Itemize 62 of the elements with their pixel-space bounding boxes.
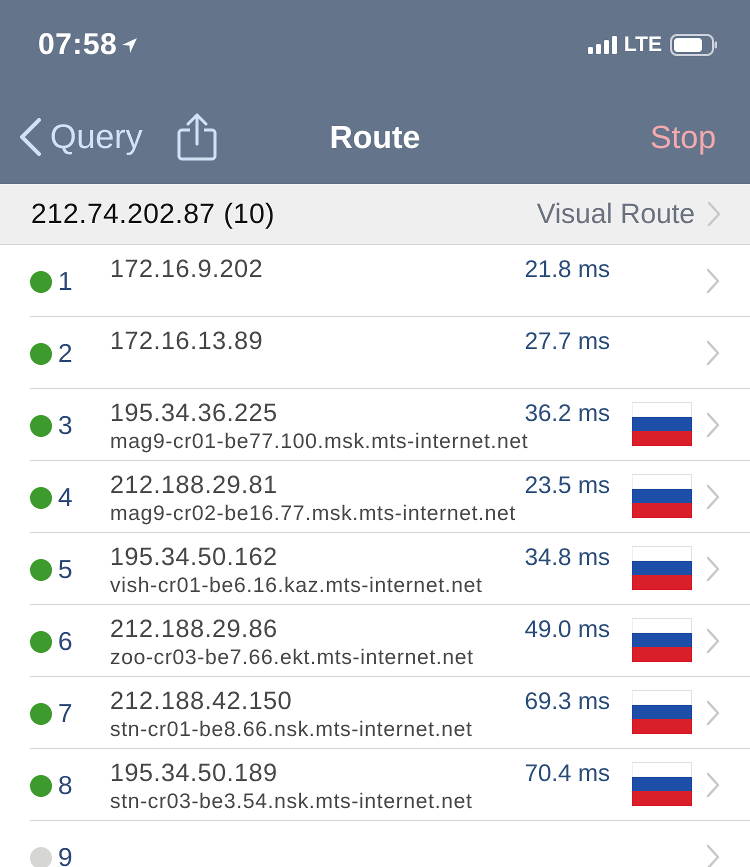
host-name: stn-cr03-be3.54.nsk.mts-internet.net — [110, 790, 474, 814]
network-type: LTE — [624, 33, 662, 57]
ip-address: 172.16.9.202 — [110, 255, 264, 284]
back-button[interactable]: Query — [18, 117, 143, 157]
latency-value: 21.8 ms — [524, 256, 610, 284]
hop-number: 5 — [58, 554, 72, 585]
ip-address: 212.188.29.81 — [110, 471, 278, 500]
signal-icon — [588, 35, 618, 55]
status-time: 07:58 — [38, 28, 118, 62]
hop-row[interactable]: 7 212.188.42.150 69.3 ms stn-cr01-be8.66.nsk.mts-internet.net — [30, 677, 750, 749]
hop-row[interactable]: 2 172.16.13.89 27.7 ms — [30, 317, 750, 389]
host-name: vish-cr01-be6.16.kaz.mts-internet.net — [110, 574, 484, 598]
hop-row[interactable]: 6 212.188.29.86 49.0 ms zoo-cr03-be7.66.ekt.mts-internet.net — [30, 605, 750, 677]
host-name: stn-cr01-be8.66.nsk.mts-internet.net — [110, 718, 474, 742]
hop-number: 6 — [58, 626, 72, 657]
chevron-right-icon — [706, 628, 720, 654]
chevron-right-icon — [706, 556, 720, 582]
hop-number: 8 — [58, 770, 72, 801]
ip-address: 195.34.36.225 — [110, 399, 278, 428]
latency-value: 27.7 ms — [524, 328, 610, 356]
hop-number: 1 — [58, 266, 72, 297]
hop-row[interactable]: 1 172.16.9.202 21.8 ms — [30, 245, 750, 317]
hop-number: 2 — [58, 338, 72, 369]
latency-value: 23.5 ms — [524, 472, 610, 500]
location-arrow-icon — [121, 36, 138, 54]
screen-title: Route — [330, 118, 420, 156]
latency-value: 70.4 ms — [524, 760, 610, 788]
chevron-right-icon — [706, 844, 720, 867]
hop-row[interactable]: 9 — [30, 821, 750, 867]
ip-address: 212.188.29.86 — [110, 615, 278, 644]
ip-address: 172.16.13.89 — [110, 327, 264, 356]
hop-number: 4 — [58, 482, 72, 513]
hop-number: 9 — [58, 842, 72, 867]
ip-address: 212.188.42.150 — [110, 687, 292, 716]
chevron-right-icon — [706, 268, 720, 294]
ip-address: 195.34.50.162 — [110, 543, 278, 572]
host-name: mag9-cr02-be16.77.msk.mts-internet.net — [110, 502, 517, 526]
latency-value: 69.3 ms — [524, 688, 610, 716]
hop-number: 7 — [58, 698, 72, 729]
hop-row[interactable]: 3 195.34.36.225 36.2 ms mag9-cr01-be77.100.msk.mts-internet.net — [30, 389, 750, 461]
hop-row[interactable]: 5 195.34.50.162 34.8 ms vish-cr01-be6.16.kaz.mts-internet.net — [30, 533, 750, 605]
hop-row[interactable]: 8 195.34.50.189 70.4 ms stn-cr03-be3.54.nsk.mts-internet.net — [30, 749, 750, 821]
latency-value: 36.2 ms — [524, 400, 610, 428]
chevron-right-icon — [707, 201, 721, 227]
host-name: zoo-cr03-be7.66.ekt.mts-internet.net — [110, 646, 475, 670]
chevron-right-icon — [706, 340, 720, 366]
chevron-right-icon — [706, 484, 720, 510]
hop-number: 3 — [58, 410, 72, 441]
ip-address: 195.34.50.189 — [110, 759, 278, 788]
chevron-right-icon — [706, 772, 720, 798]
hop-row[interactable]: 4 212.188.29.81 23.5 ms mag9-cr02-be16.77.msk.mts-internet.net — [30, 461, 750, 533]
host-name: mag9-cr01-be77.100.msk.mts-internet.net — [110, 430, 530, 454]
share-icon — [176, 113, 217, 161]
latency-value: 34.8 ms — [524, 544, 610, 572]
latency-value: 49.0 ms — [524, 616, 610, 644]
chevron-right-icon — [706, 700, 720, 726]
chevron-right-icon — [706, 412, 720, 438]
share-button[interactable] — [176, 113, 217, 161]
target-address: 212.74.202.87 (10) — [31, 198, 275, 230]
battery-icon — [670, 34, 718, 56]
chevron-left-icon — [18, 117, 42, 157]
visual-route-link[interactable]: Visual Route — [536, 198, 721, 230]
